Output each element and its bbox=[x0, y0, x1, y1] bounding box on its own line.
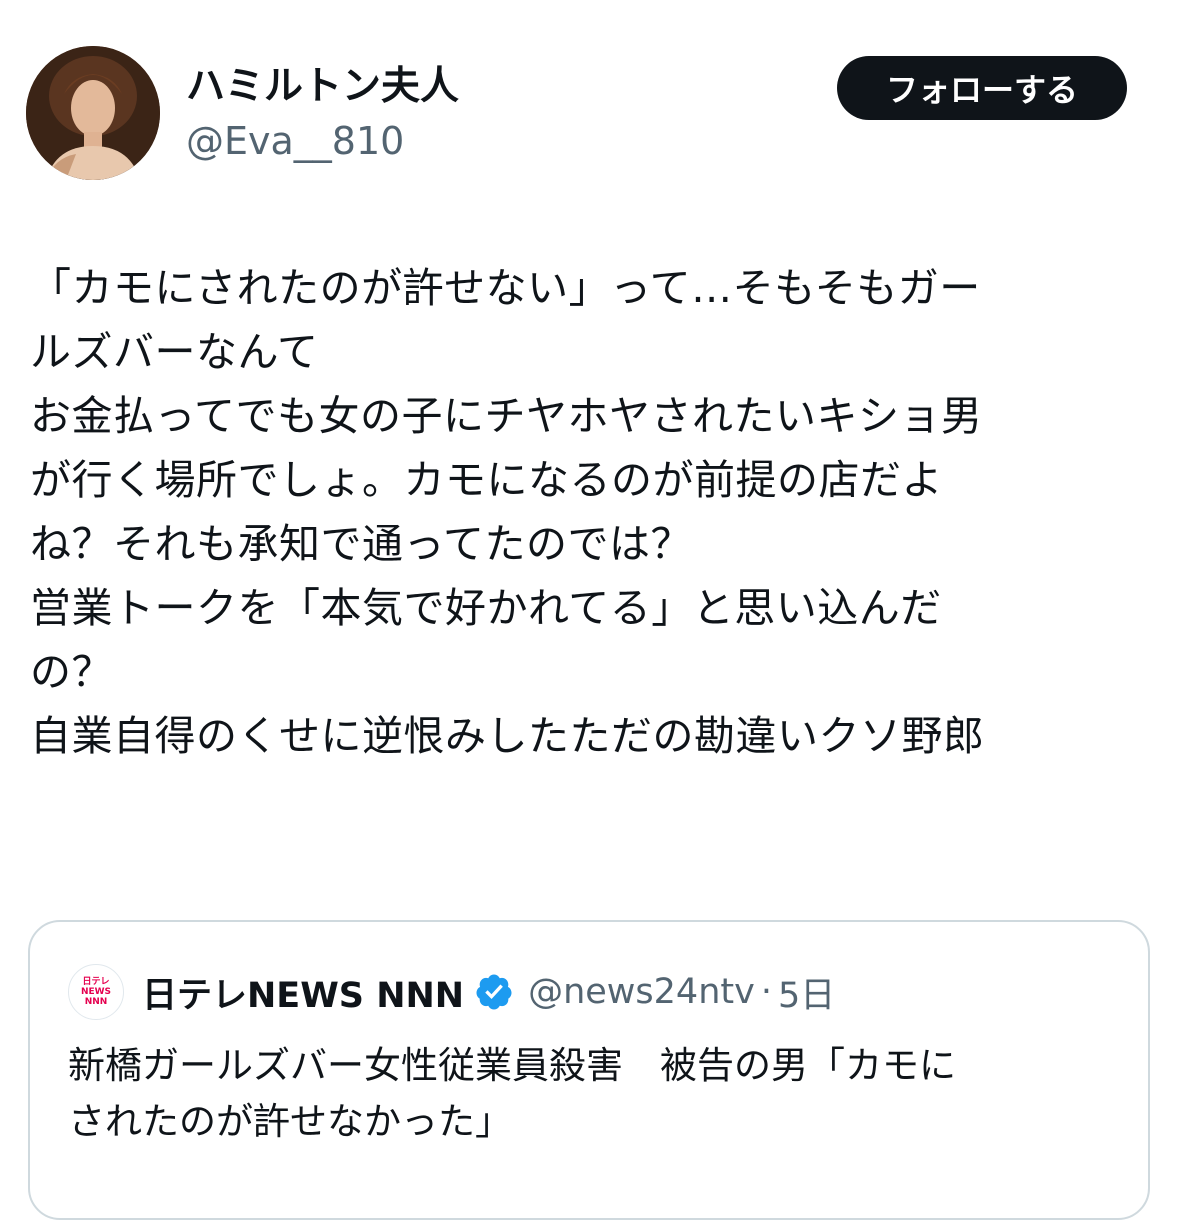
display-name[interactable]: ハミルトン夫人 bbox=[186, 62, 459, 112]
tweet-text-line: の？ bbox=[30, 648, 113, 696]
verified-badge-icon bbox=[476, 974, 512, 1010]
tweet-text-line: 営業トークを「本気で好かれてる」と思い込んだ bbox=[30, 584, 942, 632]
quoted-tweet-card[interactable]: 日テレ NEWS NNN 日テレNEWS NNN @news24ntv · 5日… bbox=[28, 920, 1150, 1220]
avatar-portrait-icon bbox=[26, 46, 160, 180]
user-handle[interactable]: @Eva__810 bbox=[186, 116, 404, 166]
tweet-text-line: ルズバーなんて bbox=[30, 328, 319, 376]
news-channel-logo-icon[interactable]: 日テレ NEWS NNN bbox=[68, 964, 124, 1020]
quoted-tweet-header: 日テレ NEWS NNN 日テレNEWS NNN @news24ntv · 5日 bbox=[68, 964, 835, 1020]
tweet-text-line: が行く場所でしょ。カモになるのが前提の店だよ bbox=[30, 456, 943, 504]
tweet-text: 「カモにされたのが許せない」って…そもそもガー ルズバーなんて お金払ってでも女… bbox=[30, 256, 1140, 768]
quoted-tweet-text: 新橋ガールズバー女性従業員殺害 被告の男「カモに されたのが許せなかった」 bbox=[68, 1038, 1128, 1150]
quoted-text-line: 新橋ガールズバー女性従業員殺害 被告の男「カモに bbox=[68, 1044, 956, 1087]
quoted-text-line: されたのが許せなかった」 bbox=[68, 1100, 512, 1143]
logo-text: 日テレ bbox=[82, 977, 110, 987]
tweet-text-line: お金払ってでも女の子にチヤホヤされたいキショ男 bbox=[30, 392, 983, 440]
quoted-handle[interactable]: @news24ntv bbox=[528, 972, 755, 1012]
logo-text: NNN bbox=[84, 997, 108, 1007]
follow-button[interactable]: フォローする bbox=[837, 56, 1127, 120]
avatar[interactable] bbox=[26, 46, 160, 180]
quoted-timestamp[interactable]: 5日 bbox=[778, 967, 835, 1018]
tweet-text-line: ね？それも承知で通ってたのでは？ bbox=[30, 520, 692, 568]
quoted-display-name[interactable]: 日テレNEWS NNN bbox=[142, 967, 464, 1018]
tweet-text-line: 「カモにされたのが許せない」って…そもそもガー bbox=[30, 264, 981, 312]
separator-dot: · bbox=[760, 972, 772, 1012]
tweet-text-line: 自業自得のくせに逆恨みしたただの勘違いクソ野郎 bbox=[30, 712, 985, 760]
tweet-header: ハミルトン夫人 @Eva__810 フォローする bbox=[0, 0, 1178, 190]
logo-text: NEWS bbox=[80, 987, 112, 997]
